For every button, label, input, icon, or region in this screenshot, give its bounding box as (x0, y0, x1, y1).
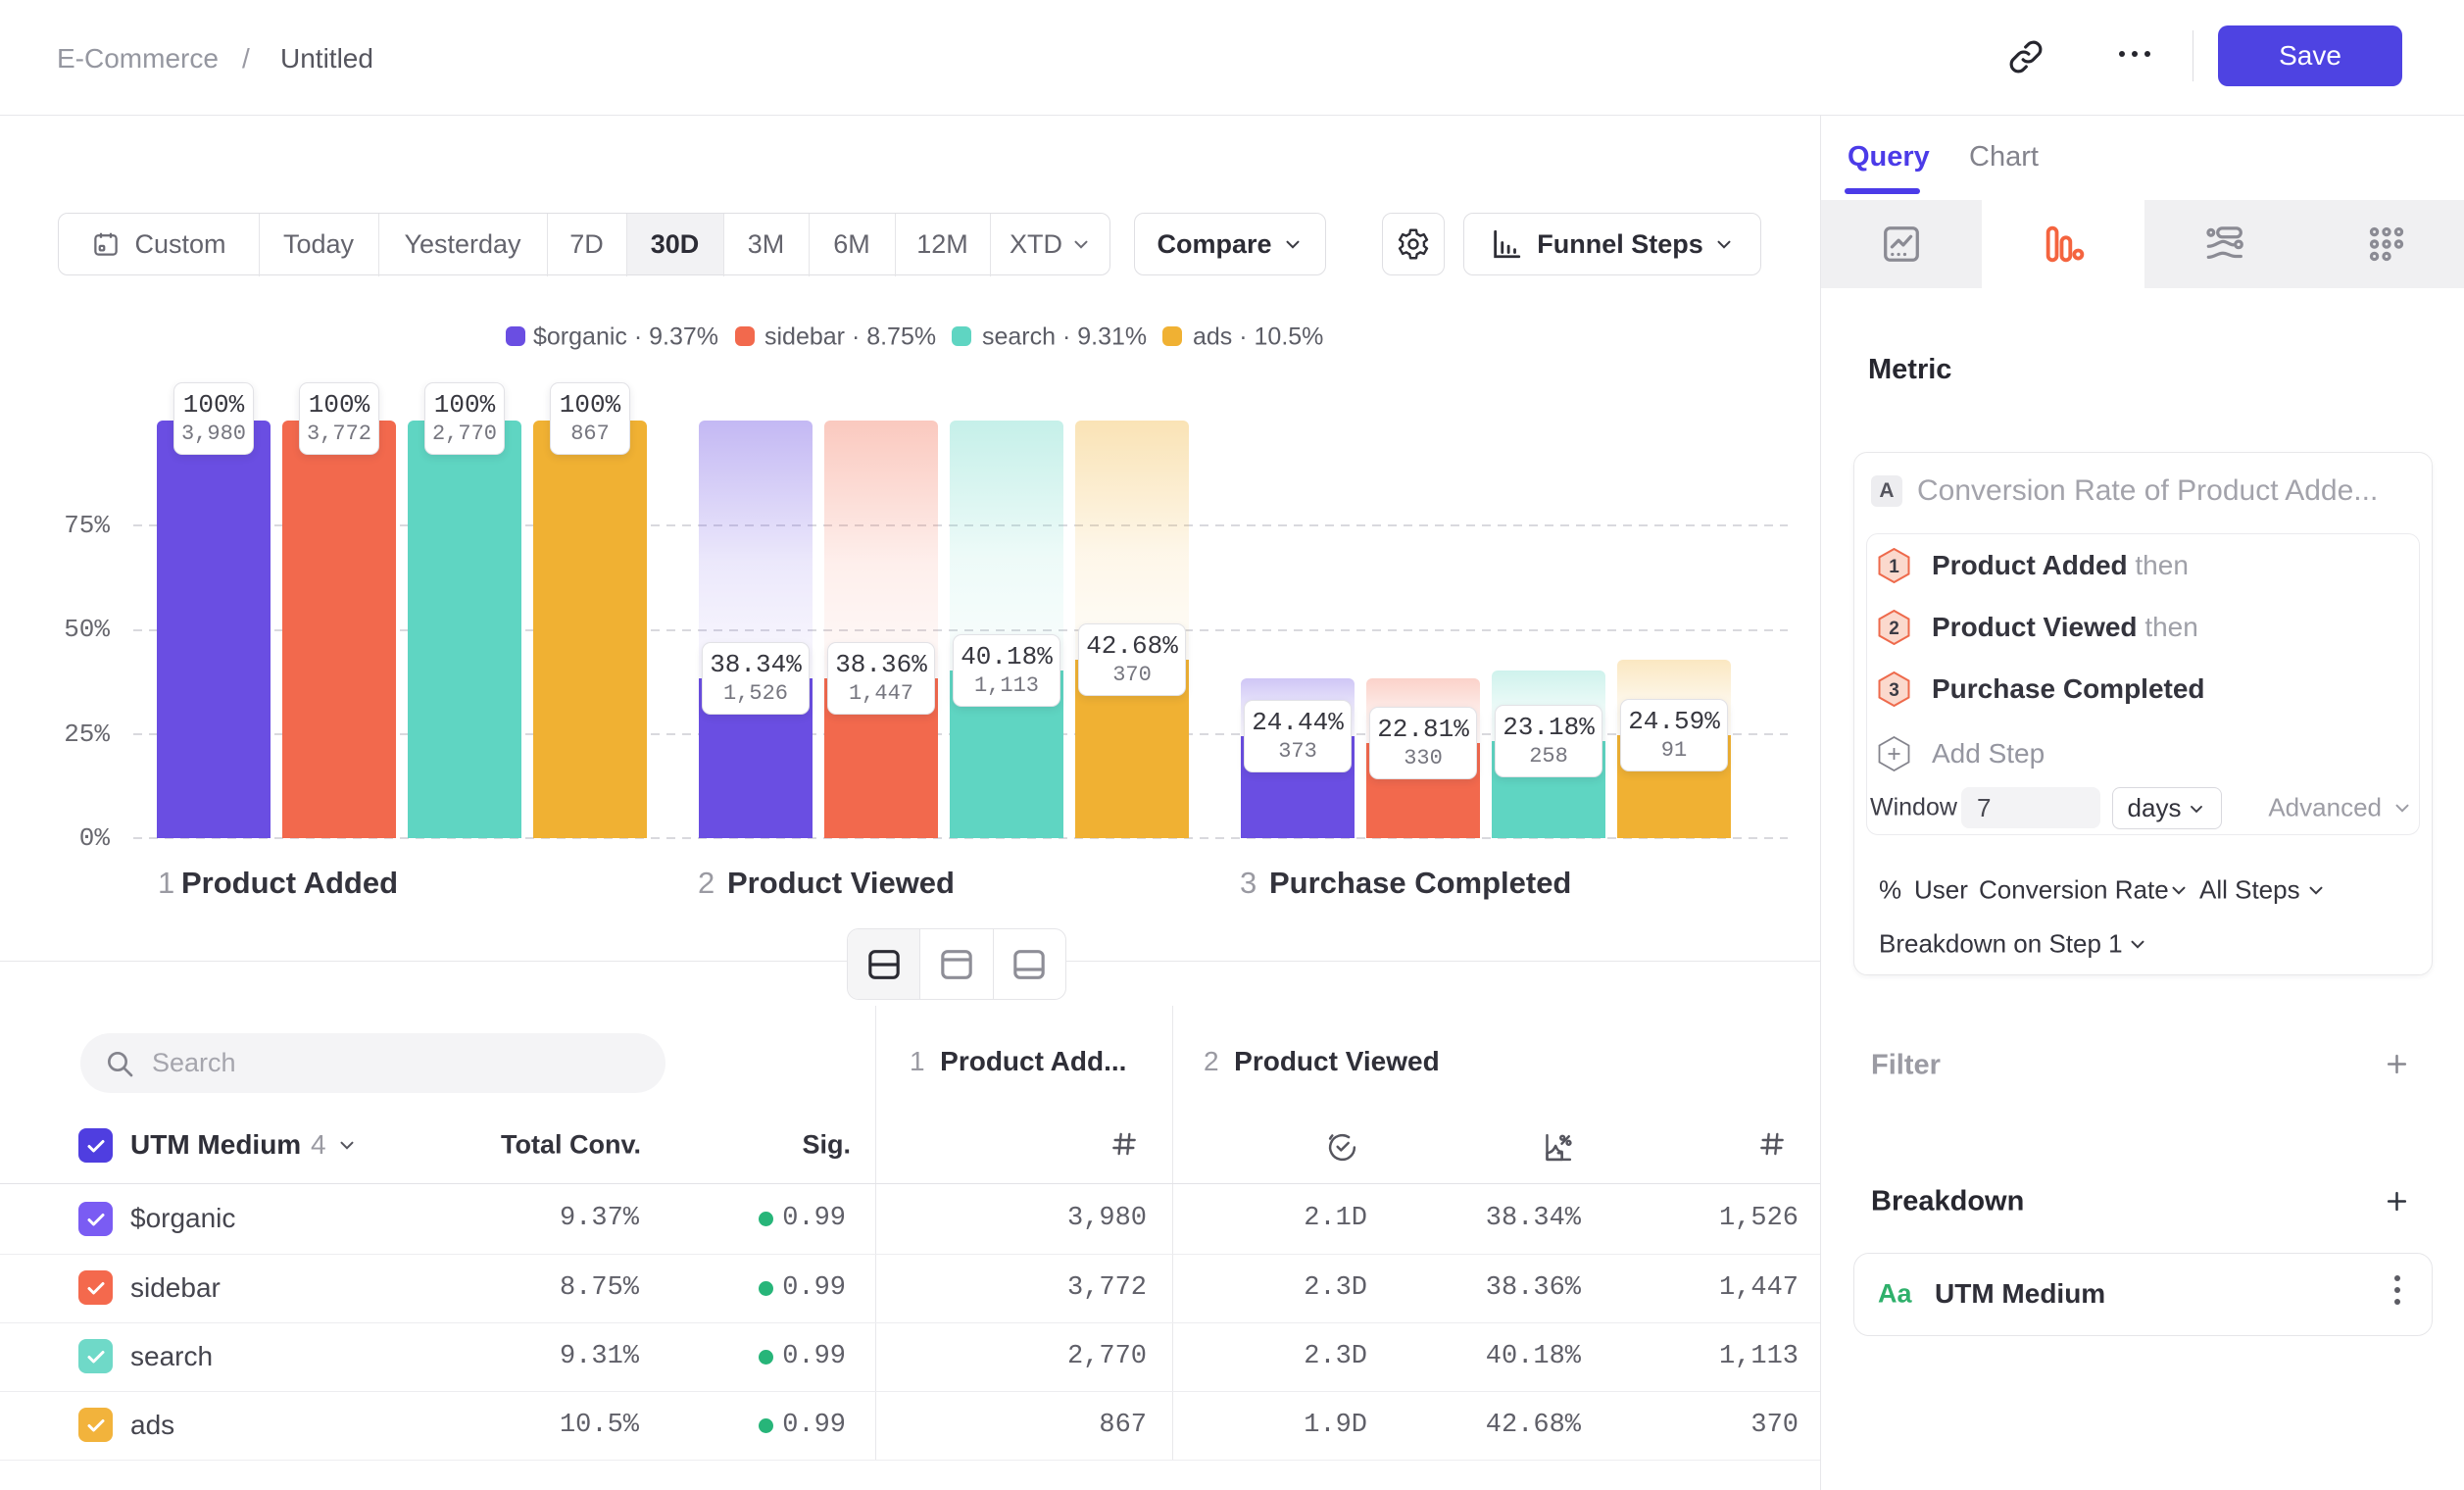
svg-text:1: 1 (1889, 557, 1899, 577)
svg-text:2: 2 (1889, 619, 1899, 639)
svg-text:3: 3 (1889, 680, 1899, 701)
